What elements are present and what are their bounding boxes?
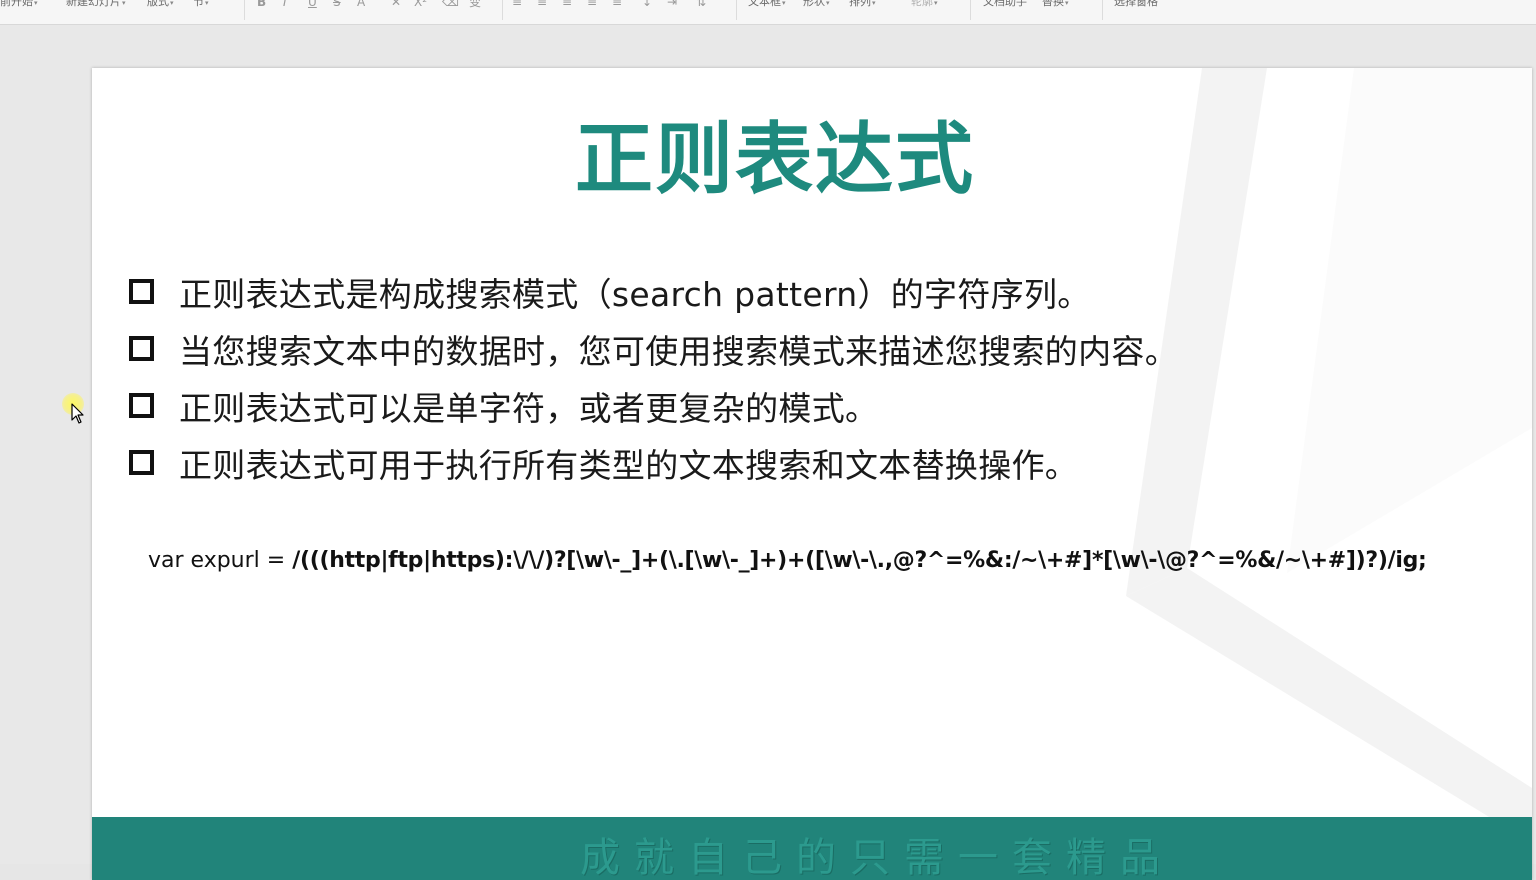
distribute-icon[interactable]: ≡	[612, 0, 622, 10]
slide-editing-canvas[interactable]: 正则表达式 正则表达式是构成搜索模式（search pattern）的字符序列。…	[0, 25, 1536, 880]
align-left-icon[interactable]: ≡	[512, 0, 522, 10]
text-direction-icon[interactable]: ⇅	[696, 0, 706, 10]
strikethrough-icon[interactable]: S	[333, 0, 341, 10]
text-box-button[interactable]: 文本框▾	[748, 0, 786, 11]
regex-code-line[interactable]: var expurl = /(((http|ftp|https):\/\/)?[…	[148, 548, 1427, 573]
doc-assistant-button[interactable]: 文档助手	[983, 0, 1028, 11]
superscript-icon[interactable]: X²	[414, 0, 427, 10]
bullet-text[interactable]: 当您搜索文本中的数据时，您可使用搜索模式来描述您搜索的内容。	[179, 325, 1178, 373]
font-color-icon[interactable]: A	[357, 0, 365, 10]
bullet-item: 正则表达式是构成搜索模式（search pattern）的字符序列。	[129, 263, 1178, 320]
align-right-icon[interactable]: ≡	[562, 0, 572, 10]
align-center-icon[interactable]: ≡	[537, 0, 547, 10]
arrange-button[interactable]: 排列▾	[849, 0, 876, 11]
section-button[interactable]: 节▾	[193, 0, 209, 11]
regex-pattern: /(((http|ftp|https):\/\/)?[\w\-_]+(\.[\w…	[292, 548, 1427, 573]
mouse-pointer-icon	[71, 403, 84, 424]
bullet-item: 正则表达式可用于执行所有类型的文本搜索和文本替换操作。	[129, 434, 1178, 491]
bullet-item: 当您搜索文本中的数据时，您可使用搜索模式来描述您搜索的内容。	[129, 320, 1178, 377]
indent-icon[interactable]: ⇥	[667, 0, 677, 10]
footer-slogan: 成就自己的只需一套精品	[580, 835, 1174, 880]
italic-icon[interactable]: I	[283, 0, 287, 10]
square-bullet-icon	[129, 393, 154, 418]
ribbon-toolbar: 前开始▾ 新建幻灯片▾ 版式▾ 节▾ B I U S A ✕ X² ⌫ 变 ≡ …	[0, 0, 1536, 25]
selection-pane-button[interactable]: 选择窗格	[1114, 0, 1159, 11]
footer-band: 成就自己的只需一套精品	[92, 817, 1532, 880]
justify-icon[interactable]: ≡	[587, 0, 597, 10]
square-bullet-icon	[129, 279, 154, 304]
bullet-text[interactable]: 正则表达式可用于执行所有类型的文本搜索和文本替换操作。	[179, 439, 1078, 487]
outline-button[interactable]: 轮廓▾	[911, 0, 938, 11]
new-slide-button[interactable]: 新建幻灯片▾	[66, 0, 126, 11]
bullet-text[interactable]: 正则表达式是构成搜索模式（search pattern）的字符序列。	[179, 268, 1091, 316]
shapes-button[interactable]: 形状▾	[803, 0, 830, 11]
line-spacing-icon[interactable]: ↕	[642, 0, 652, 10]
eraser-icon[interactable]: ⌫	[442, 0, 459, 10]
bold-icon[interactable]: B	[257, 0, 266, 10]
clear-format-icon[interactable]: ✕	[391, 0, 401, 10]
bullet-item: 正则表达式可以是单字符，或者更复杂的模式。	[129, 377, 1178, 434]
code-prefix: var expurl =	[148, 548, 293, 573]
underline-icon[interactable]: U	[308, 0, 317, 10]
bullet-list[interactable]: 正则表达式是构成搜索模式（search pattern）的字符序列。 当您搜索文…	[129, 263, 1178, 491]
square-bullet-icon	[129, 450, 154, 475]
layout-button[interactable]: 版式▾	[147, 0, 174, 11]
replace-button[interactable]: 替换▾	[1042, 0, 1069, 11]
change-case-icon[interactable]: 变	[469, 0, 481, 10]
slide[interactable]: 正则表达式 正则表达式是构成搜索模式（search pattern）的字符序列。…	[92, 68, 1532, 880]
square-bullet-icon	[129, 336, 154, 361]
slide-title[interactable]: 正则表达式	[92, 115, 1458, 206]
start-slideshow-button[interactable]: 前开始▾	[0, 0, 38, 11]
bullet-text[interactable]: 正则表达式可以是单字符，或者更复杂的模式。	[179, 382, 878, 430]
